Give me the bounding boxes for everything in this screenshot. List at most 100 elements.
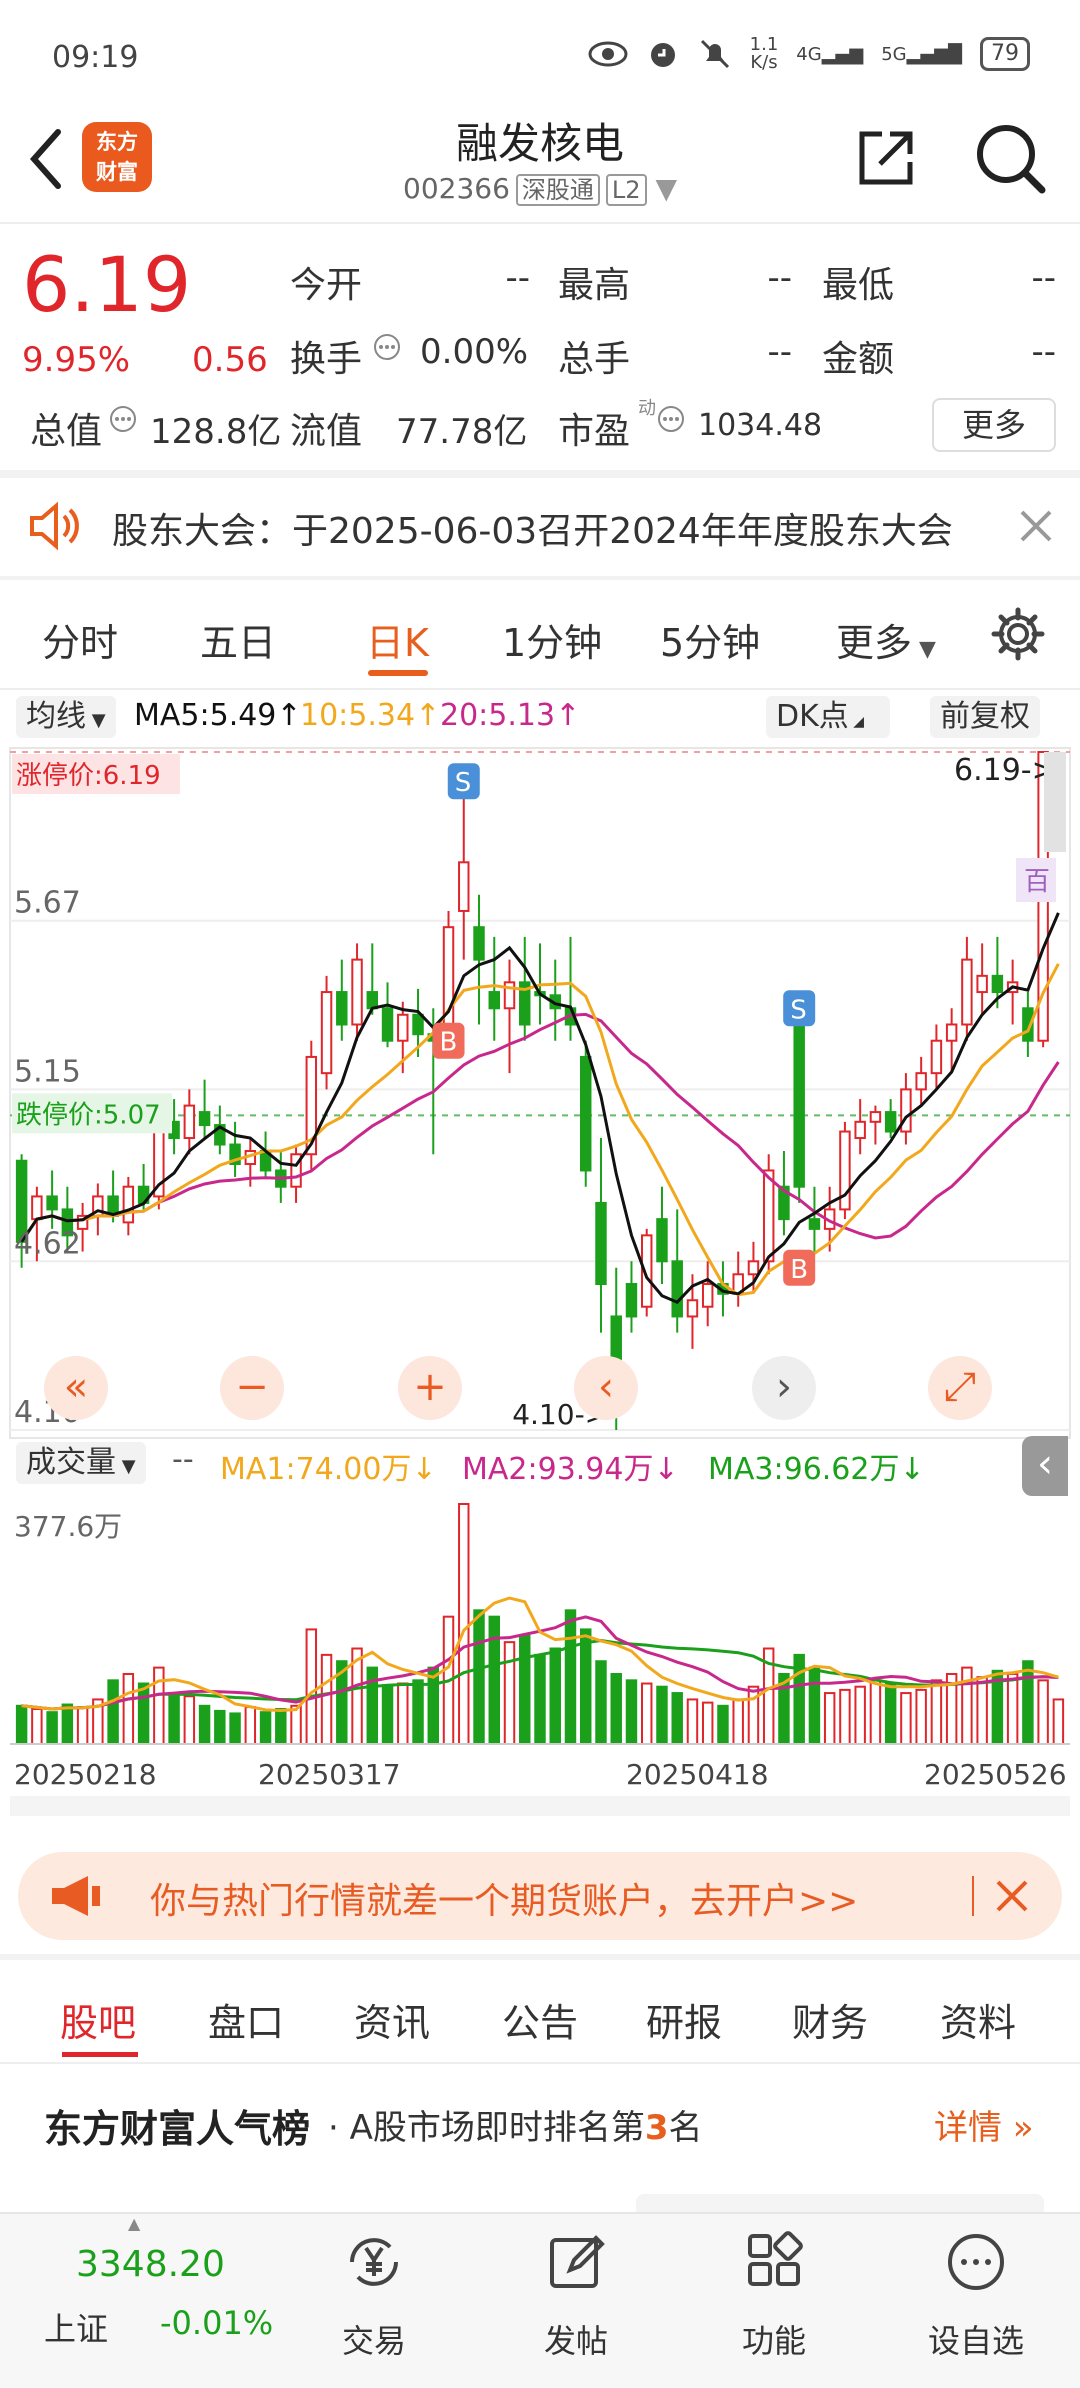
candle-up [945,1023,958,1042]
alarm-icon [650,43,675,67]
ad-divider [972,1876,974,1916]
stock-code-line[interactable]: 002366 深股通 L2 ▼ [0,170,1080,206]
scroll-thumb [1044,752,1066,852]
adjust-button[interactable]: 前复权 [930,696,1040,738]
candle-up [351,958,363,1026]
close-icon[interactable] [992,1876,1032,1916]
tab-order-book[interactable]: 盘口 [208,1992,284,2047]
volume-bar-down [671,1692,683,1745]
amount-value: -- [1031,332,1056,372]
volume-bar-down [107,1679,119,1746]
volume-bar-up [305,1628,318,1745]
index-value[interactable]: 3348.20 [76,2244,225,2285]
dk-point-button[interactable]: DK点 ◢ [766,696,890,738]
settings-gear-icon[interactable] [990,606,1046,662]
candle-up [854,1120,866,1140]
volume-bar-down [473,1609,485,1745]
tab-intraday[interactable]: 分时 [42,612,118,667]
info-icon[interactable] [656,404,686,434]
tab-news[interactable]: 资讯 [354,1992,430,2047]
volume-bar-up [397,1682,409,1745]
level-tag: L2 [605,174,647,206]
active-tab-indicator [62,2052,138,2057]
ma-legend-bar: 均线 ▼ MA5:5.49↑ 10:5.34↑ 20:5.13↑ DK点 ◢ 前… [0,690,1080,740]
more-button[interactable]: 更多 [932,398,1056,452]
tab-daily-k[interactable]: 日K [366,612,429,667]
rank-detail-link[interactable]: 详情 » [934,2100,1034,2149]
volume-bar-down [580,1628,592,1745]
volume-bar-up [31,1707,43,1746]
x-date-label: 20250526 [924,1758,1067,1791]
tab-announcements[interactable]: 公告 [502,1992,578,2047]
indicator-selector[interactable]: 均线 ▼ [16,696,116,738]
futures-ad-banner[interactable]: 你与热门行情就差一个期货账户，去开户>> [18,1852,1062,1940]
vol-ma3-label: MA3:96.62万↓ [708,1452,925,1487]
tab-finance[interactable]: 财务 [792,1992,868,2047]
candle-down [366,991,379,1010]
candle-up [458,861,470,912]
expand-up-icon[interactable]: ▲ [128,2214,140,2233]
tab-5min[interactable]: 5分钟 [660,612,760,667]
close-icon[interactable] [1016,506,1056,546]
volume-bar-up [686,1698,699,1746]
candle-up [686,1299,699,1318]
yen-cycle-icon [350,2238,398,2286]
card-peek [636,2194,1044,2212]
volume-bar-up [823,1692,836,1745]
zoom-in-button[interactable]: + [398,1356,462,1420]
candle-up [701,1283,714,1308]
last-price-arrow: 6.19-> [954,753,1057,788]
kline-chart-area[interactable]: 5.67 5.15 4.62 4.10 涨停价:6.19 跌停价:5.07 6.19-> 百 4… [0,740,1080,1840]
amount-label: 金额 [822,339,895,380]
more-dots-icon [948,2234,1004,2290]
buy-marker: B [440,1028,458,1058]
tab-more[interactable]: 更多 ▼ [836,612,936,667]
volume-bar-up [701,1701,714,1745]
index-name[interactable]: 上证 [44,2304,108,2350]
volume-bar-up [1037,1679,1049,1746]
search-icon[interactable] [974,122,1046,194]
volume-selector[interactable]: 成交量 ▼ [16,1442,146,1484]
net-speed: 1.1 K/s [749,34,779,73]
tab-five-day[interactable]: 五日 [200,612,276,667]
info-icon[interactable] [108,404,138,434]
fullscreen-button[interactable]: ⤢ [928,1356,992,1420]
tab-profile[interactable]: 资料 [940,1992,1016,2047]
stock-name: 融发核电 [455,119,624,168]
candle-down [46,1195,58,1211]
candle-up [961,958,973,1026]
y-tick-mid: 5.15 [14,1054,81,1089]
mute-icon [700,39,729,69]
screen: { "status_bar": {"time": "09:19", "net_s… [0,0,1080,2388]
low-value: -- [1031,258,1056,298]
battery-icon: 79 [980,37,1030,71]
volume-bar-down [46,1711,58,1745]
scroll-left-button[interactable]: ‹ [574,1356,638,1420]
scroll-right-button[interactable]: › [752,1356,816,1420]
volume-bar-up [122,1672,135,1745]
notice-bar[interactable]: 股东大会：于2025-06-03召开2024年年度股东大会 [0,476,1080,576]
candle-down [595,1201,607,1286]
popularity-rank-row[interactable]: 东方财富人气榜 · A股市场即时排名第3名 详情 » [0,2070,1080,2170]
volume-bar-up [869,1679,882,1746]
collapse-panel-button[interactable]: ‹ [1022,1436,1068,1496]
tab-forum[interactable]: 股吧 [60,1992,136,2047]
bottom-nav: ▲ 3348.20 上证 -0.01% 交易 发帖 功能 设自选 [0,2212,1080,2388]
candle-up [183,1104,196,1140]
share-icon[interactable] [854,126,918,190]
volume-bar-down [884,1682,897,1745]
index-change[interactable]: -0.01% [160,2304,273,2342]
volume-bar-down [427,1666,440,1745]
tab-research[interactable]: 研报 [646,1992,722,2047]
pe-superscript: 动 [638,398,656,419]
scroll-left-fast-button[interactable]: « [44,1356,108,1420]
tab-1min[interactable]: 1分钟 [502,612,602,667]
info-icon[interactable] [372,332,402,362]
candle-down [991,974,1004,994]
zoom-out-button[interactable]: − [220,1356,284,1420]
volume-bar-down [214,1709,226,1745]
candle-up [320,991,333,1075]
volume-bar-up [244,1706,257,1745]
vol-ma1-label: MA1:74.00万↓ [220,1452,437,1487]
vol-ma2-label: MA2:93.94万↓ [462,1452,679,1487]
